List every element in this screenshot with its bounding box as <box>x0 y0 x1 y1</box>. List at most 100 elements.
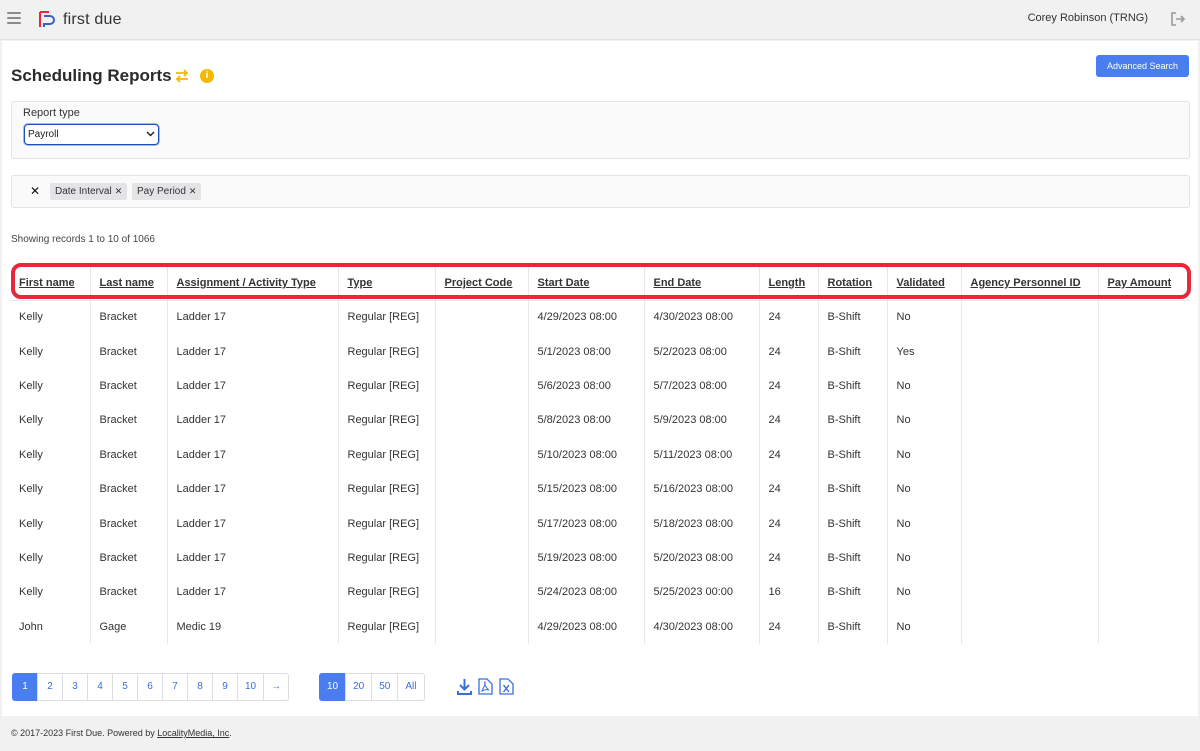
filter-panel: ✕ Date Interval ✕ Pay Period ✕ <box>11 175 1190 208</box>
report-table: First name Last name Assignment / Activity… <box>10 266 1190 644</box>
table-cell: B-Shift <box>818 368 888 404</box>
table-row[interactable]: Kelly Bracket Ladder 17 Regular [REG] 5/17/2… <box>10 506 1190 541</box>
table-row[interactable]: Kelly Bracket Ladder 17 Regular [REG] 5/1/20… <box>10 334 1190 369</box>
filter-chip-date-interval[interactable]: Date Interval ✕ <box>50 183 128 200</box>
table-cell: Kelly <box>10 540 91 576</box>
table-cell <box>435 403 529 438</box>
column-header[interactable]: First name <box>10 266 91 300</box>
column-header[interactable]: Pay Amount <box>1098 266 1190 300</box>
page-button[interactable]: 5 <box>112 673 138 701</box>
logo[interactable]: first due <box>38 10 122 29</box>
table-cell: Kelly <box>10 437 91 472</box>
table-cell: Ladder 17 <box>167 334 339 369</box>
table-row[interactable]: Kelly Bracket Ladder 17 Regular [REG] 5/6/20… <box>10 368 1190 404</box>
swap-icon[interactable] <box>175 69 189 83</box>
logo-icon <box>39 11 55 27</box>
page-size-button[interactable]: 20 <box>345 673 373 701</box>
table-row[interactable]: Kelly Bracket Ladder 17 Regular [REG] 5/19/2… <box>10 540 1190 576</box>
table-cell <box>961 334 1099 369</box>
menu-icon[interactable] <box>7 12 21 24</box>
column-header[interactable]: Rotation <box>818 266 888 300</box>
table-row[interactable]: Kelly Bracket Ladder 17 Regular [REG] 5/24/2… <box>10 575 1190 610</box>
logout-icon[interactable] <box>1170 11 1186 27</box>
table-cell: No <box>887 300 962 335</box>
table-cell: Regular [REG] <box>338 506 436 541</box>
clear-filters-icon[interactable]: ✕ <box>30 184 40 198</box>
column-header[interactable]: Type <box>338 266 436 300</box>
page-button[interactable]: 4 <box>87 673 113 701</box>
table-row[interactable]: Kelly Bracket Ladder 17 Regular [REG] 5/10/2… <box>10 437 1190 472</box>
page-button[interactable]: 1 <box>12 673 38 701</box>
pdf-icon[interactable] <box>478 678 493 695</box>
column-header[interactable]: Validated <box>887 266 962 300</box>
column-header[interactable]: Project Code <box>435 266 529 300</box>
page-button[interactable]: 7 <box>162 673 188 701</box>
table-cell: 5/7/2023 08:00 <box>644 368 760 404</box>
table-row[interactable]: Kelly Bracket Ladder 17 Regular [REG] 5/15/2… <box>10 471 1190 507</box>
page-size-button[interactable]: 50 <box>371 673 399 701</box>
column-header[interactable]: Last name <box>90 266 168 300</box>
table-cell: No <box>887 506 962 541</box>
table-cell: 5/11/2023 08:00 <box>644 437 760 472</box>
page-button[interactable]: 6 <box>137 673 163 701</box>
download-icon[interactable] <box>457 678 472 695</box>
table-cell <box>961 471 1099 507</box>
table-cell: 24 <box>759 471 819 507</box>
footer: © 2017-2023 First Due. Powered by Locali… <box>0 716 1200 751</box>
table-cell: No <box>887 403 962 438</box>
footer-link[interactable]: LocalityMedia, Inc <box>157 728 229 738</box>
table-row[interactable]: John Gage Medic 19 Regular [REG] 4/29/2023 0… <box>10 609 1190 644</box>
table-cell <box>1098 369 1190 403</box>
table-cell <box>435 540 529 576</box>
column-header[interactable]: Start Date <box>528 266 645 300</box>
table-cell: B-Shift <box>818 300 888 335</box>
table-cell <box>1098 300 1190 334</box>
page-button[interactable]: 2 <box>37 673 63 701</box>
column-header[interactable]: Assignment / Activity Type <box>167 266 339 300</box>
table-cell: Medic 19 <box>167 609 339 644</box>
table-cell: No <box>887 437 962 472</box>
table-cell: Bracket <box>90 540 168 576</box>
close-icon[interactable]: ✕ <box>189 186 197 196</box>
table-cell: 5/19/2023 08:00 <box>528 540 645 576</box>
table-cell: Regular [REG] <box>338 368 436 404</box>
column-header[interactable]: Length <box>759 266 819 300</box>
table-cell <box>1098 472 1190 506</box>
table-cell: 24 <box>759 540 819 576</box>
report-type-select[interactable]: Payroll <box>24 124 159 145</box>
table-cell: 24 <box>759 609 819 644</box>
page-button[interactable]: 3 <box>62 673 88 701</box>
page-button[interactable]: 8 <box>187 673 213 701</box>
table-cell: 5/10/2023 08:00 <box>528 437 645 472</box>
table-cell: B-Shift <box>818 609 888 644</box>
filter-chip-pay-period[interactable]: Pay Period ✕ <box>132 183 202 200</box>
table-cell: 24 <box>759 334 819 369</box>
table-cell: 24 <box>759 403 819 438</box>
table-cell: 24 <box>759 368 819 404</box>
table-cell: Ladder 17 <box>167 403 339 438</box>
table-cell: Regular [REG] <box>338 334 436 369</box>
next-page-button[interactable]: → <box>263 673 290 701</box>
advanced-search-button[interactable]: Advanced Search <box>1096 55 1189 77</box>
table-cell: Ladder 17 <box>167 540 339 576</box>
column-header[interactable]: End Date <box>644 266 760 300</box>
page-size-button[interactable]: 10 <box>319 673 347 701</box>
column-header[interactable]: Agency Personnel ID <box>961 266 1099 300</box>
table-cell: 5/1/2023 08:00 <box>528 334 645 369</box>
table-cell <box>435 437 529 472</box>
table-cell: Regular [REG] <box>338 403 436 438</box>
excel-icon[interactable] <box>499 678 514 695</box>
user-name[interactable]: Corey Robinson (TRNG) <box>1028 12 1148 24</box>
page-button[interactable]: 10 <box>237 673 265 701</box>
table-cell <box>1098 506 1190 540</box>
table-row[interactable]: Kelly Bracket Ladder 17 Regular [REG] 4/29/2… <box>10 300 1190 335</box>
table-cell: Bracket <box>90 403 168 438</box>
table-row[interactable]: Kelly Bracket Ladder 17 Regular [REG] 5/8/20… <box>10 403 1190 438</box>
page-button[interactable]: 9 <box>212 673 238 701</box>
close-icon[interactable]: ✕ <box>115 186 123 196</box>
info-icon[interactable]: i <box>200 69 214 83</box>
page-size-button[interactable]: All <box>397 673 425 701</box>
table-cell: B-Shift <box>818 437 888 472</box>
table-cell: Bracket <box>90 300 168 335</box>
table-cell: 24 <box>759 437 819 472</box>
